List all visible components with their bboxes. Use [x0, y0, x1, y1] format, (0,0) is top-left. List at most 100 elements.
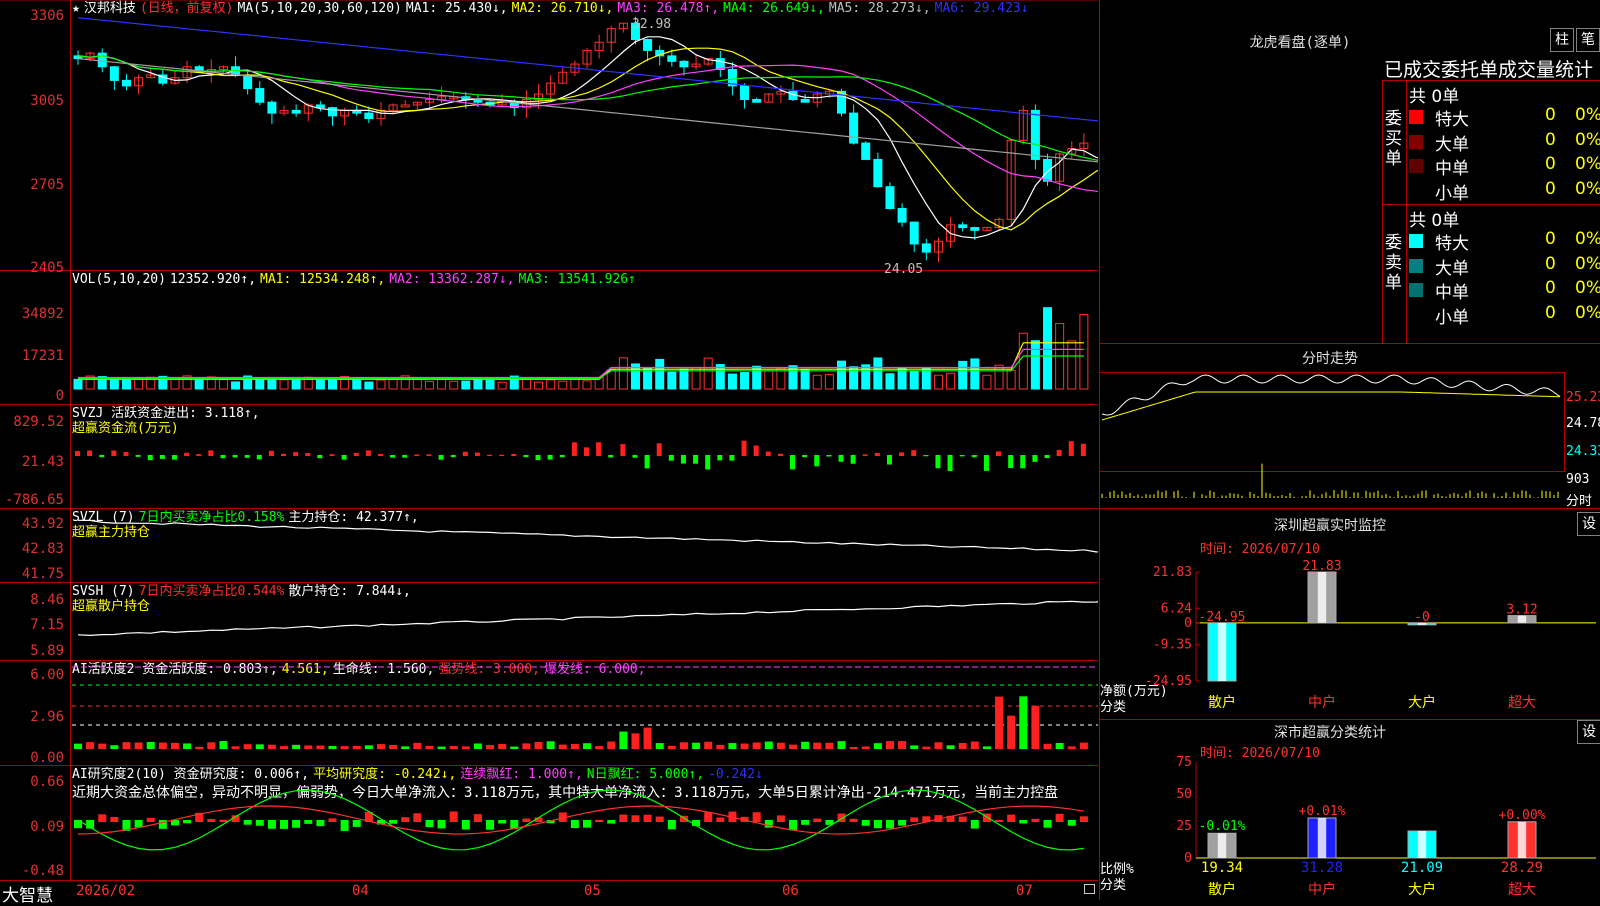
activity-bar: [534, 741, 543, 749]
volume-chart[interactable]: [0, 271, 1098, 404]
sz-monitor-panel[interactable]: 深圳超赢实时监控 设 时间: 2026/07/10 21.83 6.24 0 -9.3…: [1099, 509, 1600, 720]
candle-body: [255, 88, 265, 103]
order-pct: 0%: [1575, 154, 1600, 174]
ma5-line: [77, 58, 1098, 163]
order-size-label: 中单: [1435, 283, 1469, 303]
kline-chart[interactable]: [0, 0, 1098, 270]
flow-bar: [571, 442, 577, 456]
svzj-chart[interactable]: [0, 405, 1098, 508]
order-pct: 0%: [1575, 229, 1600, 249]
holding-line: [77, 519, 1098, 553]
sz-class-panel[interactable]: 深市超赢分类统计 设 时间: 2026/07/10 75 50 25 0 -0.01% 1…: [1099, 720, 1600, 900]
bar-value-label: 19.34: [1201, 860, 1243, 876]
order-count: 0: [1545, 229, 1556, 249]
order-size-label: 大单: [1435, 134, 1469, 155]
research-bar: [449, 811, 458, 822]
intraday-panel[interactable]: 分时走势 25.23 24.78 24.33 903 分时: [1099, 344, 1600, 509]
activity-bar: [243, 744, 252, 749]
ai-research-chart[interactable]: [0, 766, 1098, 880]
sz-monitor-chart[interactable]: 21.836.240-9.35-24.95-24.95散户21.83中户-0大户…: [1100, 509, 1600, 719]
volume-bar: [449, 380, 459, 390]
flow-bar: [184, 452, 190, 456]
y-tick: 75: [1176, 755, 1192, 770]
research-bar: [1055, 813, 1064, 822]
volume-bar: [582, 380, 592, 390]
activity-bar: [316, 745, 325, 749]
activity-bar: [473, 743, 482, 749]
y-tick: -9.35: [1153, 638, 1192, 653]
sell-total: 共 0单: [1409, 211, 1460, 231]
research-bar: [776, 815, 785, 822]
flow-bar: [632, 455, 638, 458]
flow-bar: [596, 442, 602, 456]
research-bar: [328, 818, 337, 822]
flow-bar: [1032, 455, 1038, 462]
svsh-panel[interactable]: 8.46 7.15 5.89 SVSH (7) 7日内买卖净占比0.544% 散户持…: [0, 583, 1098, 661]
activity-bar: [716, 744, 725, 749]
svzl-panel[interactable]: 43.92 42.83 41.75 SVZL (7) 7日内买卖净占比0.158%…: [0, 509, 1098, 583]
intraday-vol-tick: 903: [1566, 472, 1590, 487]
volume-bar: [109, 379, 119, 390]
volume-bar: [279, 379, 289, 390]
activity-bar: [183, 743, 192, 749]
flow-bar: [656, 443, 662, 456]
flow-bar: [983, 455, 989, 471]
research-bar: [1019, 820, 1028, 824]
ai-research-panel[interactable]: 0.66 0.09 -0.48 AI研究度2(10) 资金研究度: 0.006↑…: [0, 766, 1098, 881]
svzl-chart[interactable]: [0, 509, 1098, 582]
svsh-chart[interactable]: [0, 583, 1098, 660]
volume-bar: [558, 380, 568, 390]
activity-bar: [934, 742, 943, 749]
flow-bar: [886, 455, 892, 465]
order-pct: 0%: [1575, 129, 1600, 150]
bar-highlight: [1317, 817, 1327, 858]
y-tick: 0: [1184, 851, 1192, 866]
lock-icon[interactable]: [1084, 884, 1095, 894]
activity-bar: [692, 742, 701, 749]
flow-bar: [135, 455, 141, 457]
volume-bar: [1030, 340, 1040, 390]
volume-bar: [837, 360, 846, 390]
flow-bar: [765, 451, 771, 456]
ai-activity-chart[interactable]: [0, 661, 1098, 765]
activity-bar: [207, 742, 216, 749]
order-size-label: 大单: [1435, 258, 1469, 279]
ma2-line: [77, 47, 1098, 231]
research-bar: [1007, 814, 1016, 822]
flow-bar: [281, 453, 287, 456]
activity-bar: [861, 746, 870, 749]
bar-mode-button[interactable]: 柱: [1550, 28, 1574, 52]
intraday-chart[interactable]: [1100, 344, 1600, 508]
color-swatch: [1409, 258, 1423, 273]
flow-bar: [438, 455, 444, 460]
order-row: 中单 0 0%: [1409, 278, 1600, 303]
sz-class-chart[interactable]: 75 50 25 0 -0.01% 19.34 散户 +0.01% 31.28 中户 21.09 大户…: [1100, 720, 1600, 900]
flow-bar: [693, 455, 699, 464]
flow-bar: [874, 452, 880, 456]
tick-mode-button[interactable]: 笔: [1576, 28, 1600, 52]
flow-bar: [584, 447, 589, 456]
dragon-tiger-box: 委买单 共 0单 特大 0 0% 大单 0 0% 中单 0 0% 小单 0 0% 委卖单 共 0单 特…: [1382, 80, 1600, 343]
activity-bar: [898, 741, 907, 749]
flow-bar: [329, 454, 335, 456]
flow-bar: [1056, 449, 1062, 456]
candle-body: [885, 186, 895, 209]
ma1-line: [77, 36, 1098, 239]
candle-body: [643, 39, 653, 51]
flow-bar: [802, 455, 808, 458]
order-count: 0: [1545, 278, 1556, 298]
activity-bar: [789, 744, 798, 749]
flow-bar: [414, 454, 420, 456]
main-kline-panel[interactable]: 3306 3005 2705 2405 ★ 汉邦科技 (日线，前复权) MA(5,10…: [0, 0, 1098, 277]
research-bar: [292, 820, 301, 828]
research-bar: [849, 818, 858, 822]
ai-activity-panel[interactable]: 6.00 2.96 0.00 AI活跃度2 资金活跃度: 0.803↑, 4.56…: [0, 661, 1098, 766]
ma3-line: [77, 55, 1098, 193]
category-label: 中户: [1308, 881, 1336, 898]
category-label: 超大: [1508, 882, 1536, 898]
buy-side-label: 委买单: [1385, 109, 1402, 169]
volume-panel[interactable]: 34892 17231 0 VOL(5,10,20) 12352.920↑, MA1…: [0, 271, 1098, 405]
volume-bar: [1067, 340, 1077, 390]
flow-bar: [256, 455, 262, 460]
svzj-panel[interactable]: 829.52 21.43 -786.65 SVZJ 活跃资金进出: 3.118↑…: [0, 405, 1098, 509]
